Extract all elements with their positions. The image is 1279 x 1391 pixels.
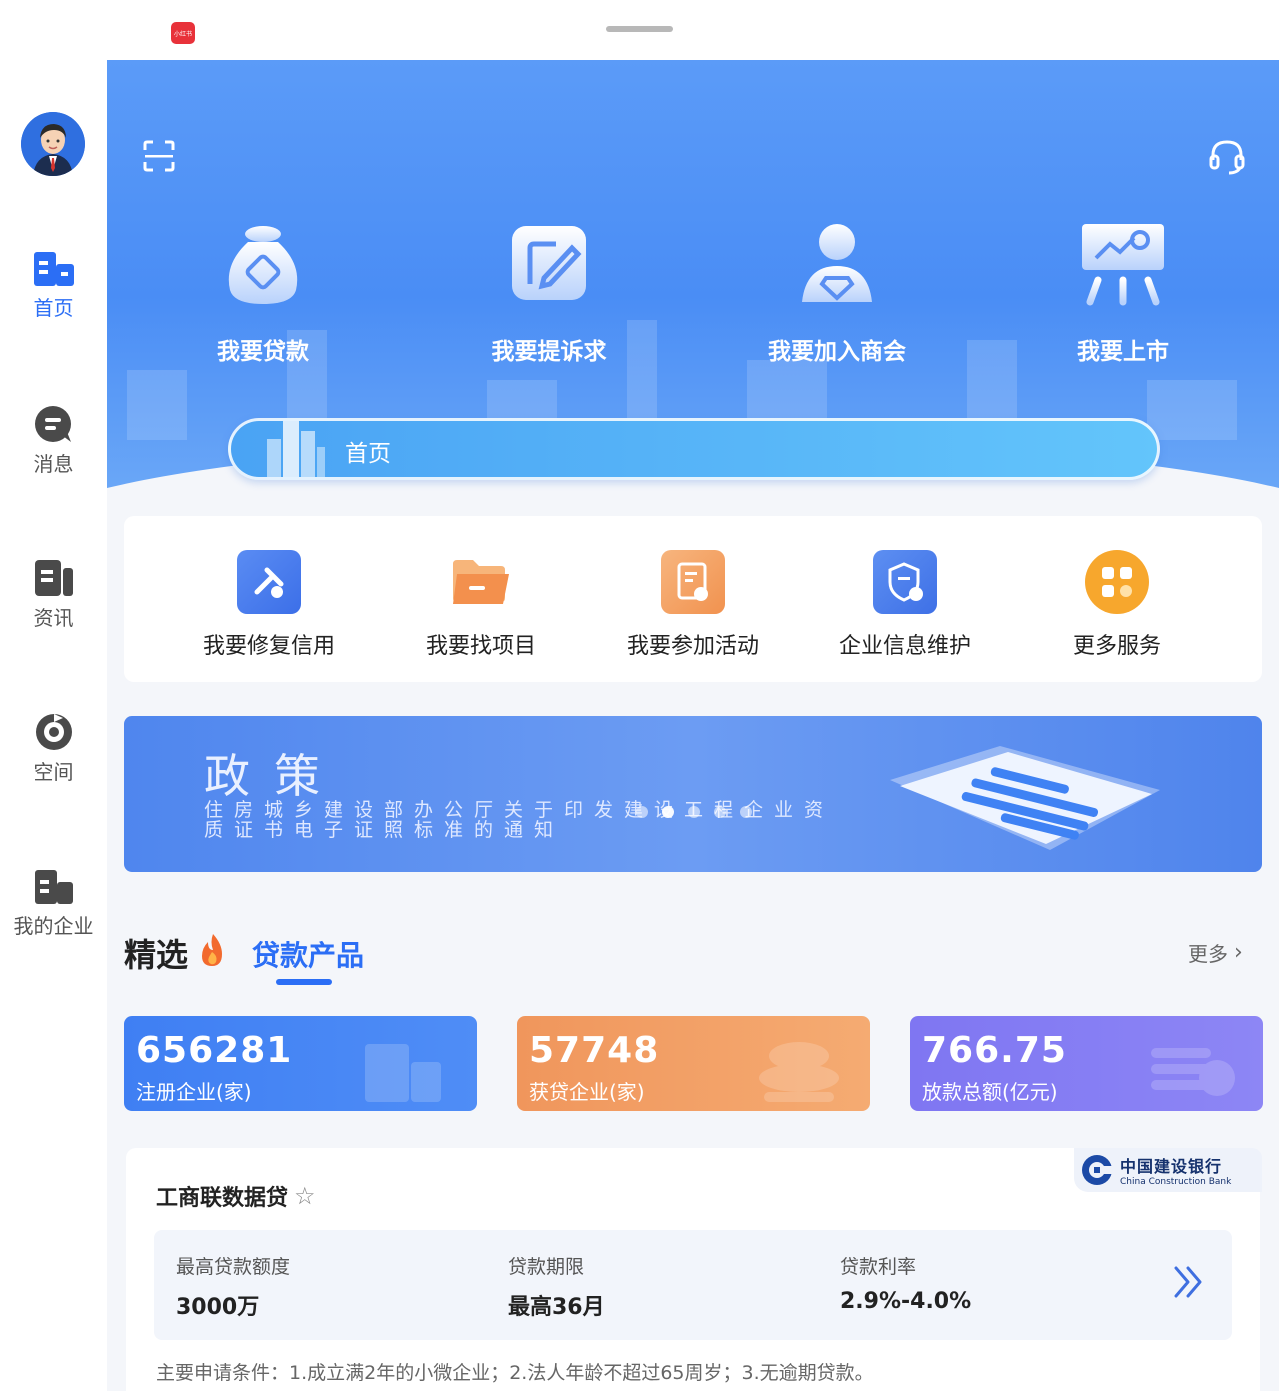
sidebar-item-messages[interactable]: 消息 (0, 404, 107, 477)
double-chevron-right-icon[interactable] (1168, 1262, 1208, 1302)
building-illustration-icon (267, 421, 325, 477)
loan-term-label: 最高贷款额度 (176, 1256, 291, 1278)
stat-value: 656281 (136, 1030, 293, 1071)
ccb-logo-icon (1082, 1155, 1113, 1185)
services-card: 我要修复信用 我要找项目 我要参加活动 企业信息维护 更多服务 (124, 516, 1262, 682)
presentation-board-icon (1082, 224, 1164, 306)
stat-registered-companies[interactable]: 656281 注册企业(家) (124, 1016, 477, 1111)
home-tab-bar[interactable]: 首页 (228, 418, 1160, 480)
policy-banner[interactable]: 政策 住房城乡建设部办公厅关于印发建设工程企业资质证书电子证照标准的通知 (124, 716, 1262, 872)
sidebar-item-label: 我的企业 (13, 914, 94, 938)
service-label: 我要修复信用 (202, 634, 335, 659)
repair-tools-icon (237, 550, 301, 614)
more-link[interactable]: 更多 › (1188, 938, 1243, 967)
service-label: 我要参加活动 (626, 634, 759, 659)
loan-term: 贷款期限 最高36月 (508, 1252, 605, 1321)
carousel-indicator[interactable] (636, 806, 752, 818)
loan-product-card[interactable]: 中国建设银行 China Construction Bank 工商联数据贷 ☆ … (126, 1148, 1262, 1391)
tab-underline (276, 979, 332, 985)
loan-term-label: 贷款期限 (508, 1256, 585, 1278)
quick-action-label: 我要提诉求 (491, 339, 607, 365)
building-watermark-icon (365, 1044, 441, 1102)
tab-home[interactable]: 首页 (345, 434, 391, 468)
quick-action-label: 我要加入商会 (768, 339, 906, 365)
quick-action-label: 我要贷款 (217, 339, 309, 365)
loan-term-value: 最高36月 (508, 1295, 605, 1320)
shield-company-icon (873, 550, 937, 614)
avatar[interactable] (21, 112, 85, 176)
news-icon (34, 560, 73, 596)
grid-apps-icon (1085, 550, 1149, 614)
coin-stack-watermark-icon (759, 1042, 839, 1102)
money-stack-watermark-icon (1151, 1048, 1235, 1096)
tab-loan-products[interactable]: 贷款产品 (252, 934, 364, 974)
scan-icon[interactable] (139, 136, 179, 176)
loan-product-name: 工商联数据贷 ☆ (156, 1180, 316, 1212)
sidebar-item-label: 首页 (33, 296, 74, 320)
money-bag-icon (228, 226, 298, 304)
window-grab-handle[interactable] (606, 26, 673, 32)
service-repair-credit[interactable]: 我要修复信用 (164, 550, 374, 660)
quick-action-label: 我要上市 (1077, 339, 1169, 365)
loan-conditions: 主要申请条件：1.成立满2年的小微企业；2.法人年龄不超过65周岁；3.无逾期贷… (156, 1362, 874, 1384)
edit-note-icon (512, 226, 586, 300)
sidebar-item-my-company[interactable]: 我的企业 (0, 866, 107, 939)
bank-name: 中国建设银行 (1120, 1157, 1223, 1176)
service-company-info[interactable]: 企业信息维护 (800, 550, 1010, 660)
space-icon (35, 714, 72, 750)
activity-doc-icon (661, 550, 725, 614)
star-favorite-icon[interactable]: ☆ (294, 1182, 316, 1210)
stat-value: 766.75 (922, 1030, 1067, 1071)
loan-terms-box: 最高贷款额度 3000万 贷款期限 最高36月 贷款利率 2.9%-4.0% (154, 1230, 1232, 1340)
service-label: 企业信息维护 (838, 634, 971, 659)
featured-title: 精选 (124, 936, 189, 974)
loan-rate: 贷款利率 2.9%-4.0% (840, 1252, 971, 1314)
quick-action-ipo[interactable]: 我要上市 (1023, 220, 1223, 366)
loan-product-title: 工商联数据贷 (156, 1186, 289, 1211)
bank-name-en: China Construction Bank (1120, 1177, 1232, 1187)
app-badge-icon: 小红书 (171, 22, 195, 44)
status-strip: 小红书 (0, 0, 1279, 60)
customer-service-headset-icon[interactable] (1207, 136, 1247, 176)
loan-term-label: 贷款利率 (840, 1256, 917, 1278)
member-icon (802, 224, 872, 302)
service-find-project[interactable]: 我要找项目 (376, 550, 586, 660)
sidebar: 首页 消息 资讯 空间 我的企业 (0, 60, 107, 1391)
sidebar-item-news[interactable]: 资讯 (0, 558, 107, 631)
loan-term-value: 2.9%-4.0% (840, 1289, 972, 1314)
stat-loan-total[interactable]: 766.75 放款总额(亿元) (910, 1016, 1263, 1111)
quick-action-loan[interactable]: 我要贷款 (163, 220, 363, 366)
stat-funded-companies[interactable]: 57748 获贷企业(家) (517, 1016, 870, 1111)
sidebar-item-label: 空间 (33, 760, 74, 784)
bank-badge: 中国建设银行 China Construction Bank (1074, 1148, 1262, 1192)
quick-action-appeal[interactable]: 我要提诉求 (449, 220, 649, 366)
loan-max-amount: 最高贷款额度 3000万 (176, 1252, 290, 1321)
sidebar-item-home[interactable]: 首页 (0, 248, 107, 321)
stat-caption: 放款总额(亿元) (922, 1080, 1058, 1104)
quick-action-join-chamber[interactable]: 我要加入商会 (737, 220, 937, 366)
fire-icon (202, 934, 222, 966)
service-label: 我要找项目 (425, 634, 536, 659)
loan-term-value: 3000万 (176, 1295, 260, 1320)
more-label: 更多 (1188, 942, 1228, 966)
chevron-right-icon: › (1234, 940, 1243, 965)
banner-title: 政策 (204, 749, 344, 803)
service-join-activity[interactable]: 我要参加活动 (588, 550, 798, 660)
sidebar-item-label: 资讯 (33, 606, 74, 630)
stat-caption: 获贷企业(家) (529, 1080, 645, 1104)
message-icon (34, 406, 71, 442)
stat-caption: 注册企业(家) (136, 1080, 252, 1104)
sidebar-item-space[interactable]: 空间 (0, 712, 107, 785)
document-illustration-icon (890, 746, 1160, 850)
service-label: 更多服务 (1072, 634, 1161, 659)
sidebar-item-label: 消息 (33, 452, 74, 476)
stat-value: 57748 (529, 1030, 660, 1071)
company-icon (34, 870, 73, 904)
service-more[interactable]: 更多服务 (1012, 550, 1222, 660)
folder-icon (449, 550, 513, 614)
home-building-icon (33, 252, 74, 286)
